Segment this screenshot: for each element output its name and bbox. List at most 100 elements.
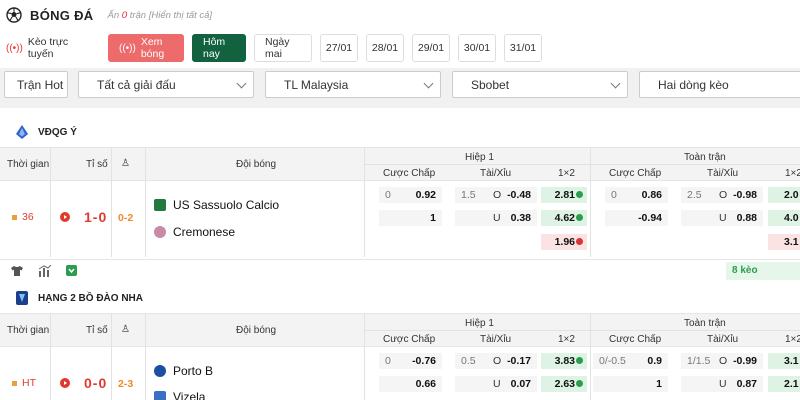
odds-hdp-home-h1[interactable]: 0 0.92 — [379, 187, 442, 203]
league-header[interactable]: HẠNG 2 BỒ ĐÀO NHA — [0, 284, 800, 312]
expand-icon[interactable] — [66, 265, 77, 276]
odds-side: U — [719, 212, 727, 224]
odds-1x2-draw-ft[interactable]: 2.1 — [768, 376, 800, 392]
more-odds-button[interactable]: 8 kèo — [726, 262, 800, 280]
odds-hdp-away-ft[interactable]: 1 — [593, 376, 668, 392]
odds-value: 4.0 — [784, 212, 799, 224]
play-icon[interactable] — [60, 212, 70, 222]
bookmaker-select[interactable]: Sbobet — [452, 71, 628, 98]
odds-1x2-draw-ft[interactable]: 4.0 — [768, 210, 800, 226]
odds-1x2-draw-h1[interactable]: 2.63 — [541, 376, 587, 392]
league-select-value: Tất cả giải đấu — [97, 77, 176, 92]
odds-1x2-away-h1[interactable]: 1.96 — [541, 234, 587, 250]
match-minute: 36 — [22, 211, 34, 223]
odds-value: -0.17 — [507, 355, 531, 367]
date-button-29[interactable]: 29/01 — [412, 34, 450, 62]
home-team[interactable]: Porto B — [154, 364, 213, 378]
odds-value: 0.38 — [510, 212, 531, 224]
chevron-down-icon — [610, 78, 621, 89]
col-ou: Tài/Xỉu — [480, 334, 512, 345]
odds-value: -0.76 — [412, 355, 436, 367]
odds-over-h1[interactable]: 1.5 O -0.48 — [455, 187, 537, 203]
stats-chart-icon[interactable] — [38, 265, 52, 277]
odds-1x2-away-ft[interactable]: 3.1 — [768, 234, 800, 250]
col-ou: Tài/Xỉu — [707, 334, 739, 345]
odds-over-h1[interactable]: 0.5 O -0.17 — [455, 353, 537, 369]
odds-value: 0.66 — [415, 378, 436, 390]
lines-select[interactable]: Hai dòng kèo — [639, 71, 800, 98]
odds-line: 1/1.5 — [687, 355, 711, 367]
date-button-31[interactable]: 31/01 — [504, 34, 542, 62]
odds-hdp-home-ft[interactable]: 0 0.86 — [605, 187, 668, 203]
odds-value: 2.0 — [784, 189, 799, 201]
date-button-28[interactable]: 28/01 — [366, 34, 404, 62]
team-logo-icon — [154, 365, 166, 377]
odds-value: -0.94 — [638, 212, 662, 224]
tomorrow-label: Ngày mai — [265, 36, 290, 60]
col-time: Thời gian — [7, 325, 50, 336]
odds-hdp-home-ft[interactable]: 0/-0.5 0.9 — [593, 353, 668, 369]
odds-over-ft[interactable]: 2.5 O -0.98 — [681, 187, 763, 203]
col-ou: Tài/Xỉu — [707, 168, 739, 179]
odds-1x2-home-h1[interactable]: 2.81 — [541, 187, 587, 203]
odds-hdp-away-h1[interactable]: 0.66 — [379, 376, 442, 392]
hidden-matches-note[interactable]: Ẩn 0 trận [Hiển thị tất cả] — [108, 10, 213, 21]
odds-line: 0 — [385, 189, 391, 201]
odds-hdp-away-ft[interactable]: -0.94 — [605, 210, 668, 226]
home-team[interactable]: US Sassuolo Calcio — [154, 198, 279, 212]
odds-line: 1.5 — [461, 189, 476, 201]
hidden-prefix: Ẩn — [107, 9, 122, 21]
watch-button[interactable]: ((•)) Xem bóng — [108, 34, 184, 62]
live-odds-button[interactable]: ((•)) Kèo trực tuyến — [0, 34, 100, 62]
col-half: Hiệp 1 — [465, 152, 494, 163]
date-label: 31/01 — [509, 42, 537, 54]
hot-matches-button[interactable]: Trận Hot — [4, 71, 68, 98]
odds-value: -0.48 — [507, 189, 531, 201]
today-button[interactable]: Hôm nay — [192, 34, 246, 62]
play-icon[interactable] — [60, 378, 70, 388]
odds-over-ft[interactable]: 1/1.5 O -0.99 — [681, 353, 763, 369]
team-logo-icon — [154, 391, 166, 400]
hot-label: Trận Hot — [17, 77, 64, 92]
league-select[interactable]: Tất cả giải đấu — [78, 71, 254, 98]
col-ou: Tài/Xỉu — [480, 168, 512, 179]
odds-1x2-draw-h1[interactable]: 4.62 — [541, 210, 587, 226]
match-row[interactable]: 36 1-0 0-2 US Sassuolo Calcio Cremonese … — [0, 181, 800, 257]
odds-under-ft[interactable]: U 0.87 — [681, 376, 763, 392]
date-button-30[interactable]: 30/01 — [458, 34, 496, 62]
odds-1x2-home-ft[interactable]: 3.1 — [768, 353, 800, 369]
odds-value: 3.1 — [784, 236, 799, 248]
away-team[interactable]: Vizela — [154, 390, 205, 400]
odds-side: O — [719, 189, 728, 201]
odds-line: 0 — [611, 189, 617, 201]
date-button-27[interactable]: 27/01 — [320, 34, 358, 62]
odds-1x2-home-h1[interactable]: 3.83 — [541, 353, 587, 369]
odds-side: O — [493, 189, 502, 201]
arrow-up-icon — [576, 214, 583, 221]
odds-hdp-away-h1[interactable]: 1 — [379, 210, 442, 226]
odds-side: U — [493, 378, 501, 390]
odds-1x2-home-ft[interactable]: 2.0 — [768, 187, 800, 203]
date-label: 27/01 — [325, 42, 353, 54]
date-label: 29/01 — [417, 42, 445, 54]
away-team-name: Cremonese — [173, 225, 236, 239]
odds-under-h1[interactable]: U 0.07 — [455, 376, 537, 392]
odds-hdp-home-h1[interactable]: 0 -0.76 — [379, 353, 442, 369]
odds-value: 1.96 — [554, 236, 575, 248]
match-row[interactable]: HT 0-0 2-3 Porto B Vizela 0 -0.76 0.66 0.… — [0, 347, 800, 400]
away-team[interactable]: Cremonese — [154, 225, 235, 239]
col-1x2: 1×2 — [785, 168, 800, 179]
bookmaker-select-value: Sbobet — [471, 77, 510, 92]
timezone-select[interactable]: TL Malaysia — [265, 71, 441, 98]
tomorrow-button[interactable]: Ngày mai — [254, 34, 312, 62]
chevron-down-icon — [423, 78, 434, 89]
serie-a-logo-icon — [16, 125, 28, 139]
odds-under-h1[interactable]: U 0.38 — [455, 210, 537, 226]
odds-under-ft[interactable]: U 0.88 — [681, 210, 763, 226]
odds-value: 0.86 — [641, 189, 662, 201]
shirt-icon[interactable] — [11, 265, 23, 277]
odds-value: 0.9 — [647, 355, 662, 367]
top-bar: BÓNG ĐÁ Ẩn 0 trận [Hiển thị tất cả] — [0, 0, 800, 30]
league-header[interactable]: VĐQG Ý — [0, 118, 800, 146]
league-name: HẠNG 2 BỒ ĐÀO NHA — [38, 292, 144, 304]
